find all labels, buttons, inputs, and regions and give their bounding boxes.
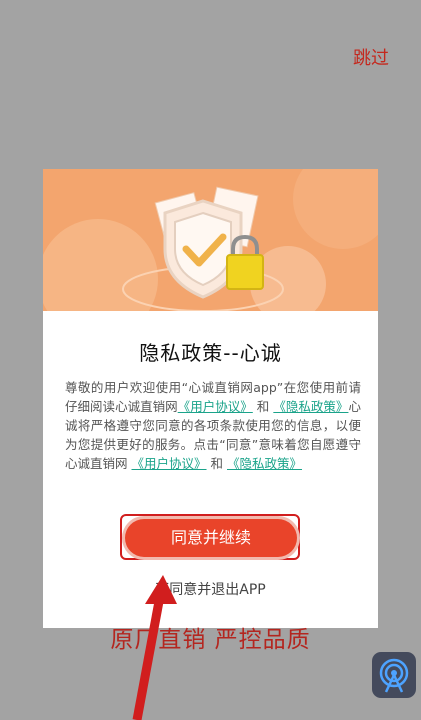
body-text-and: 和	[256, 399, 270, 414]
floating-broadcast-button[interactable]	[372, 652, 416, 698]
skip-button[interactable]: 跳过	[353, 44, 389, 70]
agree-continue-button[interactable]: 同意并继续	[125, 519, 297, 557]
broadcast-icon	[379, 658, 409, 693]
privacy-dialog: 隐私政策--心诚 尊敬的用户欢迎使用“心诚直销网app”在您使用前请仔细阅读心诚…	[43, 169, 378, 628]
privacy-policy-link[interactable]: 《隐私政策》	[273, 399, 348, 414]
dialog-title: 隐私政策--心诚	[139, 341, 282, 365]
body-text-and-2: 和	[210, 456, 224, 471]
privacy-policy-link-2[interactable]: 《隐私政策》	[227, 456, 302, 471]
slogan-text: 原厂直销 严控品质	[110, 627, 311, 653]
user-agreement-link[interactable]: 《用户协议》	[178, 399, 253, 414]
dialog-body-text: 尊敬的用户欢迎使用“心诚直销网app”在您使用前请仔细阅读心诚直销网《用户协议》…	[65, 378, 361, 473]
shield-lock-illustration	[43, 169, 378, 339]
decline-exit-link[interactable]: 不同意并退出APP	[43, 579, 378, 599]
user-agreement-link-2[interactable]: 《用户协议》	[132, 456, 207, 471]
dialog-banner	[43, 169, 378, 339]
